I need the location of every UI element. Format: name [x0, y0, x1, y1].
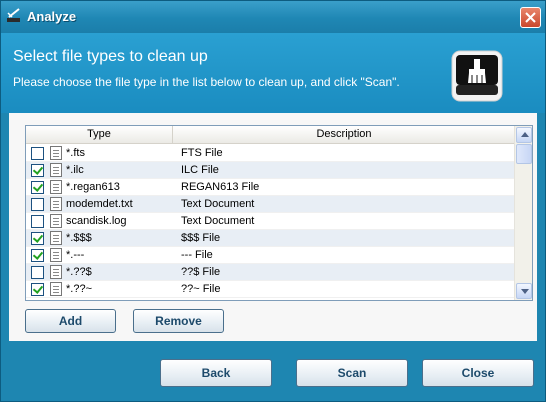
analyze-window: Analyze Select file types to clean up Pl…: [0, 0, 546, 402]
file-type: *.ilc: [66, 164, 84, 176]
row-checkbox[interactable]: [31, 164, 44, 177]
file-icon: [50, 197, 62, 211]
row-checkbox[interactable]: [31, 181, 44, 194]
row-checkbox[interactable]: [31, 232, 44, 245]
broom-app-icon: [7, 8, 20, 22]
file-type-list[interactable]: Type Description *.fts FTS File *.ilc ILC F…: [25, 125, 533, 301]
file-description: $$$ File: [181, 232, 221, 244]
row-checkbox[interactable]: [31, 266, 44, 279]
file-description: REGAN613 File: [181, 181, 260, 193]
list-item[interactable]: *.??~ ??~ File: [26, 281, 514, 298]
file-description: Text Document: [181, 198, 255, 210]
row-checkbox[interactable]: [31, 283, 44, 296]
list-item[interactable]: *.--- --- File: [26, 247, 514, 264]
list-item[interactable]: *.regan613 REGAN613 File: [26, 179, 514, 196]
file-type: *.??~: [66, 283, 92, 295]
header-title: Select file types to clean up: [13, 48, 208, 65]
close-button[interactable]: Close: [422, 359, 534, 387]
file-icon: [50, 231, 62, 245]
file-type: *.??$: [66, 266, 92, 278]
list-item[interactable]: *.??$ ??$ File: [26, 264, 514, 281]
list-item[interactable]: *.$$$ $$$ File: [26, 230, 514, 247]
list-item[interactable]: scandisk.log Text Document: [26, 213, 514, 230]
file-description: Text Document: [181, 215, 255, 227]
list-item[interactable]: modemdet.txt Text Document: [26, 196, 514, 213]
broom-drive-icon: [451, 50, 503, 102]
file-type: *.$$$: [66, 232, 92, 244]
add-button[interactable]: Add: [25, 309, 116, 333]
remove-button[interactable]: Remove: [133, 309, 224, 333]
file-description: ??~ File: [181, 283, 221, 295]
file-description: --- File: [181, 249, 213, 261]
header-subtitle: Please choose the file type in the list …: [13, 75, 400, 89]
list-rows: *.fts FTS File *.ilc ILC File *.regan613 REGA…: [26, 145, 514, 301]
file-icon: [50, 163, 62, 177]
scroll-thumb[interactable]: [516, 144, 532, 164]
vertical-scrollbar[interactable]: [514, 126, 532, 300]
row-checkbox[interactable]: [31, 215, 44, 228]
window-close-button[interactable]: [520, 7, 541, 28]
content-panel: Type Description *.fts FTS File *.ilc ILC F…: [9, 113, 537, 341]
file-type: modemdet.txt: [66, 198, 133, 210]
list-item[interactable]: *.fts FTS File: [26, 145, 514, 162]
scan-button[interactable]: Scan: [296, 359, 408, 387]
title-bar[interactable]: Analyze: [1, 1, 545, 33]
file-icon: [50, 248, 62, 262]
file-icon: [50, 214, 62, 228]
file-type: *.---: [66, 249, 85, 261]
file-type: *.fts: [66, 147, 85, 159]
file-icon: [50, 180, 62, 194]
chevron-down-icon: [521, 289, 529, 294]
list-header: Type Description: [26, 126, 514, 144]
file-icon: [50, 265, 62, 279]
chevron-up-icon: [521, 132, 529, 137]
file-icon: [50, 146, 62, 160]
column-header-type[interactable]: Type: [26, 126, 173, 144]
row-checkbox[interactable]: [31, 147, 44, 160]
scroll-up-button[interactable]: [516, 127, 532, 143]
header-banner: Select file types to clean up Please cho…: [1, 33, 545, 113]
file-type: *.regan613: [66, 181, 120, 193]
scroll-down-button[interactable]: [516, 283, 532, 299]
file-description: ??$ File: [181, 266, 221, 278]
file-description: FTS File: [181, 147, 223, 159]
file-icon: [50, 282, 62, 296]
row-checkbox[interactable]: [31, 198, 44, 211]
close-icon: [525, 12, 536, 23]
footer-bar: Back Scan Close: [1, 341, 545, 401]
column-header-description[interactable]: Description: [174, 126, 514, 144]
file-description: ILC File: [181, 164, 219, 176]
file-type: scandisk.log: [66, 215, 127, 227]
window-title: Analyze: [27, 9, 77, 24]
back-button[interactable]: Back: [160, 359, 272, 387]
row-checkbox[interactable]: [31, 249, 44, 262]
list-item[interactable]: *.ilc ILC File: [26, 162, 514, 179]
